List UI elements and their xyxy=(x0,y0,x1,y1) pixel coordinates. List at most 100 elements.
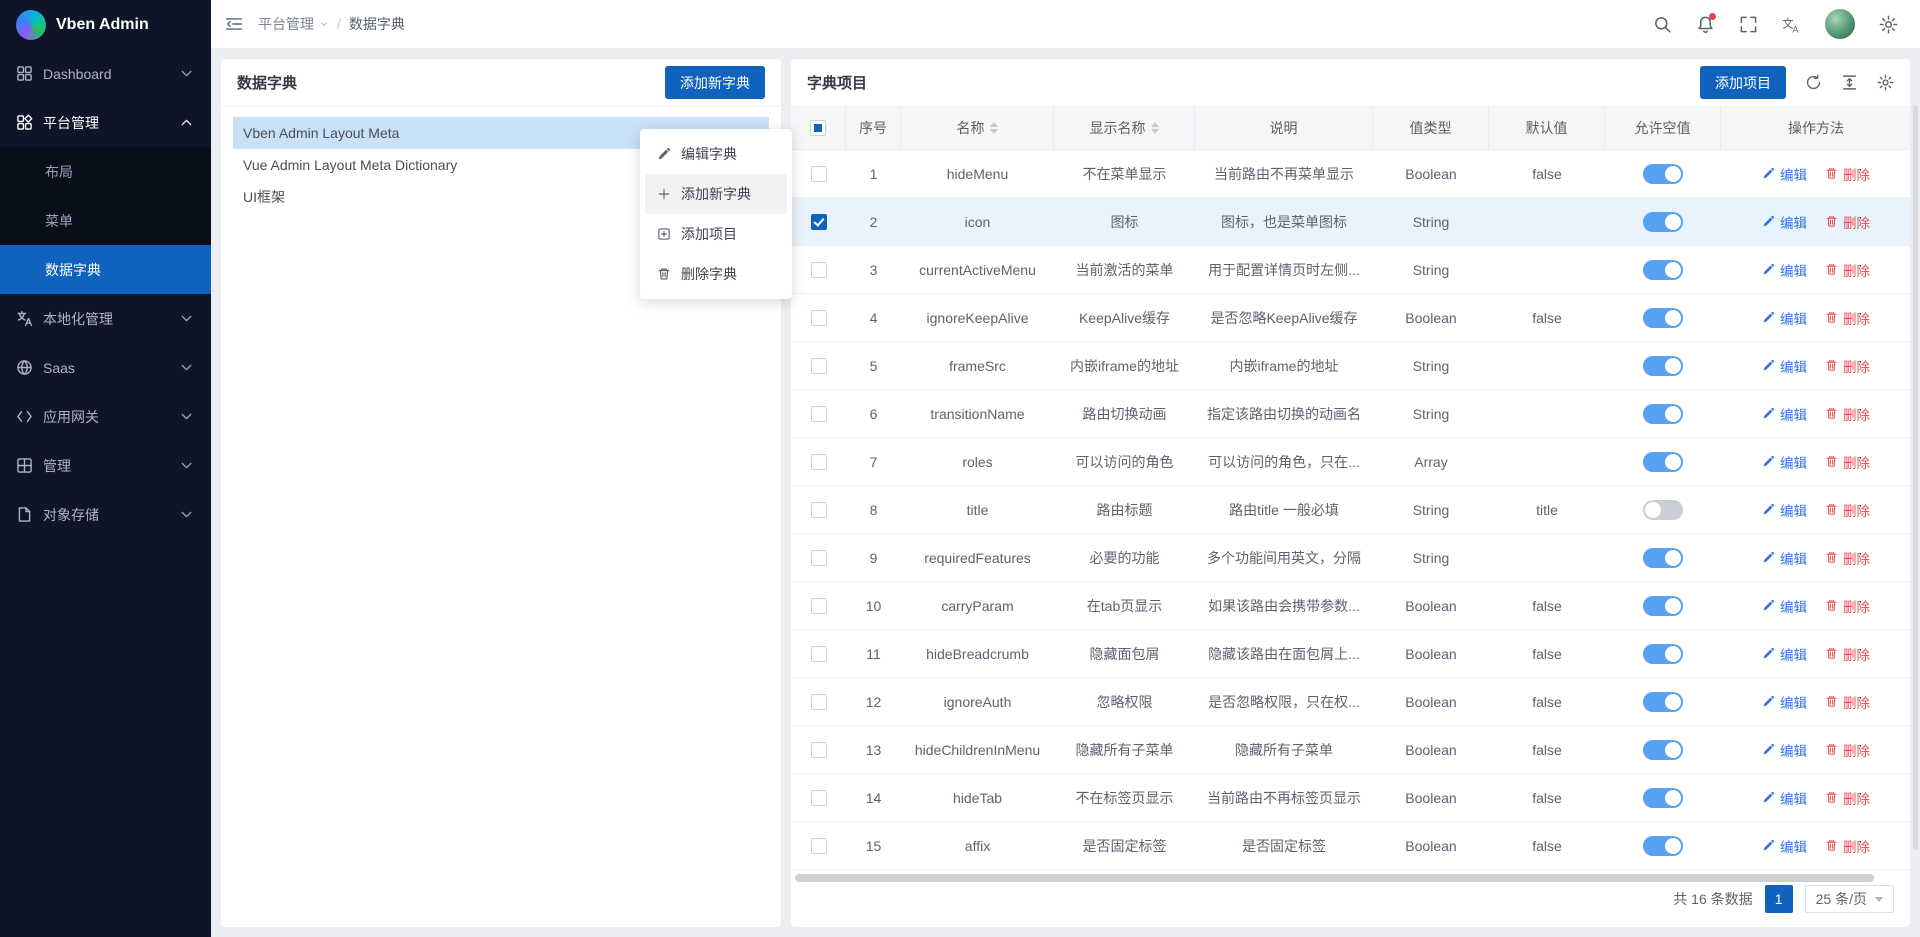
nullable-toggle[interactable] xyxy=(1643,356,1683,376)
edit-button[interactable]: 编辑 xyxy=(1762,692,1807,712)
row-checkbox[interactable] xyxy=(811,166,827,182)
delete-button[interactable]: 删除 xyxy=(1825,596,1870,616)
row-checkbox[interactable] xyxy=(811,454,827,470)
delete-button[interactable]: 删除 xyxy=(1825,836,1870,856)
nullable-toggle[interactable] xyxy=(1643,692,1683,712)
nullable-toggle[interactable] xyxy=(1643,308,1683,328)
nullable-toggle[interactable] xyxy=(1643,740,1683,760)
edit-button[interactable]: 编辑 xyxy=(1762,644,1807,664)
context-menu-item[interactable]: 添加项目 xyxy=(645,214,787,254)
nullable-toggle[interactable] xyxy=(1643,500,1683,520)
nullable-toggle[interactable] xyxy=(1643,212,1683,232)
edit-button[interactable]: 编辑 xyxy=(1762,500,1807,520)
page-size-select[interactable]: 25 条/页 xyxy=(1805,885,1894,913)
sidebar-item-localization[interactable]: 本地化管理 xyxy=(0,294,211,343)
delete-button[interactable]: 删除 xyxy=(1825,548,1870,568)
row-checkbox[interactable] xyxy=(811,838,827,854)
breadcrumb-item[interactable]: 数据字典 xyxy=(349,14,405,34)
row-checkbox[interactable] xyxy=(811,310,827,326)
add-item-button[interactable]: 添加项目 xyxy=(1700,66,1786,99)
edit-button[interactable]: 编辑 xyxy=(1762,596,1807,616)
nullable-toggle[interactable] xyxy=(1643,644,1683,664)
settings-button[interactable] xyxy=(1879,15,1898,34)
delete-button[interactable]: 删除 xyxy=(1825,452,1870,472)
nullable-toggle[interactable] xyxy=(1643,164,1683,184)
vertical-scrollbar-thumb[interactable] xyxy=(1913,105,1918,850)
edit-button[interactable]: 编辑 xyxy=(1762,212,1807,232)
logo[interactable]: Vben Admin xyxy=(0,0,211,49)
delete-button[interactable]: 删除 xyxy=(1825,212,1870,232)
nullable-toggle[interactable] xyxy=(1643,452,1683,472)
delete-button[interactable]: 删除 xyxy=(1825,692,1870,712)
settings-button[interactable] xyxy=(1877,74,1894,91)
context-menu-item[interactable]: 添加新字典 xyxy=(645,174,787,214)
bell-button[interactable] xyxy=(1696,15,1715,34)
pagination-page-1[interactable]: 1 xyxy=(1765,885,1793,913)
add-dictionary-button[interactable]: 添加新字典 xyxy=(665,66,765,99)
column-header[interactable]: 显示名称 xyxy=(1054,107,1195,149)
sidebar-item-gateway[interactable]: 应用网关 xyxy=(0,392,211,441)
row-checkbox[interactable] xyxy=(811,502,827,518)
row-checkbox[interactable] xyxy=(811,406,827,422)
edit-button[interactable]: 编辑 xyxy=(1762,548,1807,568)
edit-button[interactable]: 编辑 xyxy=(1762,740,1807,760)
edit-button[interactable]: 编辑 xyxy=(1762,308,1807,328)
row-checkbox[interactable] xyxy=(811,646,827,662)
nullable-toggle[interactable] xyxy=(1643,788,1683,808)
edit-button[interactable]: 编辑 xyxy=(1762,404,1807,424)
delete-button[interactable]: 删除 xyxy=(1825,644,1870,664)
fullscreen-button[interactable] xyxy=(1739,15,1758,34)
nullable-toggle[interactable] xyxy=(1643,596,1683,616)
sort-icon[interactable] xyxy=(1151,122,1159,134)
horizontal-scrollbar-thumb[interactable] xyxy=(795,874,1874,882)
edit-button[interactable]: 编辑 xyxy=(1762,452,1807,472)
sidebar-subitem-data-dictionary[interactable]: 数据字典 xyxy=(0,245,211,294)
sidebar-subitem-menu[interactable]: 菜单 xyxy=(0,196,211,245)
row-checkbox[interactable] xyxy=(811,358,827,374)
breadcrumb-item[interactable]: 平台管理 xyxy=(258,14,329,34)
sort-icon[interactable] xyxy=(990,122,998,134)
delete-button[interactable]: 删除 xyxy=(1825,260,1870,280)
refresh-button[interactable] xyxy=(1805,74,1822,91)
row-checkbox[interactable] xyxy=(811,742,827,758)
nullable-toggle[interactable] xyxy=(1643,260,1683,280)
row-checkbox[interactable] xyxy=(811,598,827,614)
delete-button[interactable]: 删除 xyxy=(1825,404,1870,424)
horizontal-scrollbar[interactable] xyxy=(795,874,1896,882)
nullable-toggle[interactable] xyxy=(1643,548,1683,568)
sidebar-item-object-storage[interactable]: 对象存储 xyxy=(0,490,211,539)
row-checkbox[interactable] xyxy=(811,694,827,710)
menu-collapse-button[interactable] xyxy=(225,15,244,34)
sidebar-item-saas[interactable]: Saas xyxy=(0,343,211,392)
nullable-toggle[interactable] xyxy=(1643,836,1683,856)
row-checkbox[interactable] xyxy=(811,262,827,278)
translate-button[interactable]: 文A xyxy=(1782,15,1801,34)
edit-button[interactable]: 编辑 xyxy=(1762,836,1807,856)
edit-button[interactable]: 编辑 xyxy=(1762,260,1807,280)
sidebar-item-management[interactable]: 管理 xyxy=(0,441,211,490)
row-checkbox[interactable] xyxy=(811,790,827,806)
edit-button[interactable]: 编辑 xyxy=(1762,164,1807,184)
row-checkbox[interactable] xyxy=(811,550,827,566)
select-all-checkbox[interactable] xyxy=(810,120,826,136)
column-header-label: 序号 xyxy=(859,118,887,138)
sidebar-subitem-layout[interactable]: 布局 xyxy=(0,147,211,196)
edit-button[interactable]: 编辑 xyxy=(1762,788,1807,808)
sidebar-item-dashboard[interactable]: Dashboard xyxy=(0,49,211,98)
context-menu-item[interactable]: 删除字典 xyxy=(645,254,787,294)
nullable-toggle[interactable] xyxy=(1643,404,1683,424)
search-button[interactable] xyxy=(1653,15,1672,34)
delete-button[interactable]: 删除 xyxy=(1825,356,1870,376)
delete-button[interactable]: 删除 xyxy=(1825,740,1870,760)
delete-button[interactable]: 删除 xyxy=(1825,500,1870,520)
sidebar-item-platform[interactable]: 平台管理 xyxy=(0,98,211,147)
edit-button[interactable]: 编辑 xyxy=(1762,356,1807,376)
context-menu-item[interactable]: 编辑字典 xyxy=(645,134,787,174)
user-avatar[interactable] xyxy=(1825,9,1855,39)
delete-button[interactable]: 删除 xyxy=(1825,788,1870,808)
column-height-button[interactable] xyxy=(1841,74,1858,91)
row-checkbox[interactable] xyxy=(811,214,827,230)
delete-button[interactable]: 删除 xyxy=(1825,308,1870,328)
column-header[interactable]: 名称 xyxy=(901,107,1054,149)
delete-button[interactable]: 删除 xyxy=(1825,164,1870,184)
